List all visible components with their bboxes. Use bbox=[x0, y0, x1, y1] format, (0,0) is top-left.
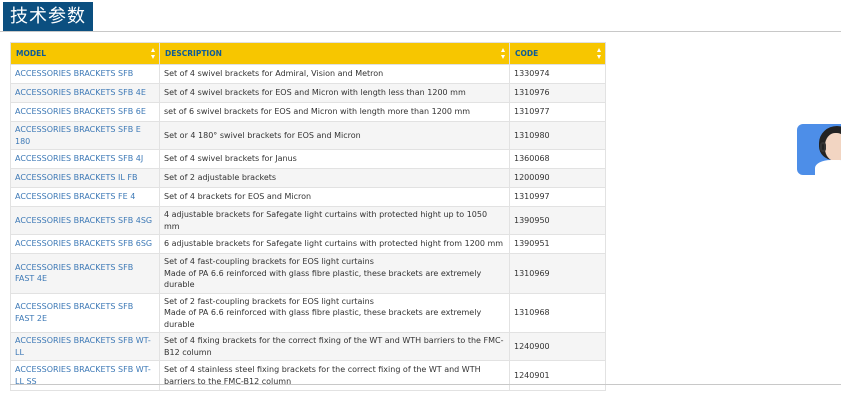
description-cell: Set of 4 swivel brackets for EOS and Mic… bbox=[159, 83, 510, 103]
description-cell: Set of 2 adjustable brackets bbox=[159, 168, 510, 188]
description-cell: Set or 4 180° swivel brackets for EOS an… bbox=[159, 121, 510, 150]
code-cell: 1310976 bbox=[509, 83, 606, 103]
description-cell: Set of 4 fixing brackets for the correct… bbox=[159, 332, 510, 361]
avatar-shirt bbox=[815, 160, 841, 175]
table-row: ACCESSORIES BRACKETS SFB FAST 4E Set of 4… bbox=[10, 253, 606, 294]
section-title: 技术参数 bbox=[3, 2, 93, 31]
table-row: ACCESSORIES BRACKETS SFB 6E set of 6 swiv… bbox=[10, 102, 606, 122]
table-row: ACCESSORIES BRACKETS SFB 4E Set of 4 swiv… bbox=[10, 83, 606, 103]
divider bbox=[10, 384, 841, 385]
sort-icon bbox=[597, 48, 602, 59]
code-cell: 1310980 bbox=[509, 121, 606, 150]
description-cell: Set of 4 brackets for EOS and Micron bbox=[159, 187, 510, 207]
description-cell: Set of 4 swivel brackets for Admiral, Vi… bbox=[159, 64, 510, 84]
model-link[interactable]: ACCESSORIES BRACKETS SFB WT-LL SS bbox=[10, 360, 160, 391]
description-line: set of 6 swivel brackets for EOS and Mic… bbox=[164, 107, 471, 117]
headset-icon bbox=[820, 142, 826, 152]
model-link[interactable]: ACCESSORIES BRACKETS SFB 4J bbox=[10, 149, 160, 169]
code-cell: 1310969 bbox=[509, 253, 606, 294]
spec-table: MODEL DESCRIPTION CODE ACCESSORIES BRACK… bbox=[10, 42, 606, 391]
model-link[interactable]: ACCESSORIES BRACKETS IL FB bbox=[10, 168, 160, 188]
description-line: Set or 4 180° swivel brackets for EOS an… bbox=[164, 130, 361, 140]
model-link[interactable]: ACCESSORIES BRACKETS FE 4 bbox=[10, 187, 160, 207]
description-cell: Set of 4 stainless steel fixing brackets… bbox=[159, 360, 510, 391]
description-line: Set of 4 swivel brackets for Janus bbox=[164, 154, 297, 164]
description-line: Set of 4 fixing brackets for the correct… bbox=[164, 336, 504, 357]
sort-icon bbox=[151, 48, 156, 59]
code-cell: 1240900 bbox=[509, 332, 606, 361]
description-line: Set of 2 fast-coupling brackets for EOS … bbox=[164, 296, 374, 306]
avatar-face bbox=[825, 133, 841, 161]
description-cell: Set of 4 fast-coupling brackets for EOS … bbox=[159, 253, 510, 294]
model-link[interactable]: ACCESSORIES BRACKETS SFB 4E bbox=[10, 83, 160, 103]
section-header: 技术参数 bbox=[0, 0, 841, 32]
description-line: Made of PA 6.6 reinforced with glass fib… bbox=[164, 268, 482, 290]
table-row: ACCESSORIES BRACKETS SFB 4SG 4 adjustable… bbox=[10, 206, 606, 235]
column-header-model[interactable]: MODEL bbox=[10, 42, 160, 65]
model-link[interactable]: ACCESSORIES BRACKETS SFB 6E bbox=[10, 102, 160, 122]
description-cell: set of 6 swivel brackets for EOS and Mic… bbox=[159, 102, 510, 122]
code-cell: 1310977 bbox=[509, 102, 606, 122]
description-line: Made of PA 6.6 reinforced with glass fib… bbox=[164, 308, 482, 329]
description-line: 6 adjustable brackets for Safegate light… bbox=[164, 239, 504, 249]
model-link[interactable]: ACCESSORIES BRACKETS SFB FAST 2E bbox=[10, 292, 160, 333]
description-line: Set of 2 adjustable brackets bbox=[164, 173, 277, 183]
table-row: ACCESSORIES BRACKETS SFB 6SG 6 adjustable… bbox=[10, 234, 606, 254]
table-row: ACCESSORIES BRACKETS SFB E 180 Set or 4 1… bbox=[10, 121, 606, 150]
model-link[interactable]: ACCESSORIES BRACKETS SFB 4SG bbox=[10, 206, 160, 235]
description-line: Set of 4 swivel brackets for Admiral, Vi… bbox=[164, 69, 384, 79]
description-line: Set of 4 fast-coupling brackets for EOS … bbox=[164, 257, 374, 266]
model-link[interactable]: ACCESSORIES BRACKETS SFB bbox=[10, 64, 160, 84]
model-link[interactable]: ACCESSORIES BRACKETS SFB WT-LL bbox=[10, 332, 160, 361]
code-cell: 1390951 bbox=[509, 234, 606, 254]
description-cell: Set of 4 swivel brackets for Janus bbox=[159, 149, 510, 169]
code-cell: 1240901 bbox=[509, 360, 606, 391]
table-row: ACCESSORIES BRACKETS IL FB Set of 2 adjus… bbox=[10, 168, 606, 188]
column-header-description[interactable]: DESCRIPTION bbox=[159, 42, 510, 65]
table-row: ACCESSORIES BRACKETS SFB Set of 4 swivel … bbox=[10, 64, 606, 84]
description-line: 4 adjustable brackets for Safegate light… bbox=[164, 210, 488, 231]
code-cell: 1390950 bbox=[509, 206, 606, 235]
column-header-code[interactable]: CODE bbox=[509, 42, 606, 65]
sort-icon bbox=[501, 48, 506, 59]
code-cell: 1200090 bbox=[509, 168, 606, 188]
code-cell: 1330974 bbox=[509, 64, 606, 84]
table-row: ACCESSORIES BRACKETS FE 4 Set of 4 bracke… bbox=[10, 187, 606, 207]
model-link[interactable]: ACCESSORIES BRACKETS SFB FAST 4E bbox=[10, 253, 160, 294]
description-line: Set of 4 swivel brackets for EOS and Mic… bbox=[164, 88, 466, 98]
description-cell: 6 adjustable brackets for Safegate light… bbox=[159, 234, 510, 254]
customer-service-avatar[interactable] bbox=[797, 124, 841, 175]
table-row: ACCESSORIES BRACKETS SFB WT-LL Set of 4 f… bbox=[10, 332, 606, 361]
description-cell: 4 adjustable brackets for Safegate light… bbox=[159, 206, 510, 235]
code-cell: 1310997 bbox=[509, 187, 606, 207]
table-row: ACCESSORIES BRACKETS SFB 4J Set of 4 swiv… bbox=[10, 149, 606, 169]
description-line: Set of 4 brackets for EOS and Micron bbox=[164, 192, 312, 202]
table-row: ACCESSORIES BRACKETS SFB FAST 2E Set of 2… bbox=[10, 292, 606, 333]
description-cell: Set of 2 fast-coupling brackets for EOS … bbox=[159, 292, 510, 333]
table-header-row: MODEL DESCRIPTION CODE bbox=[10, 42, 606, 65]
table-row: ACCESSORIES BRACKETS SFB WT-LL SS Set of … bbox=[10, 360, 606, 391]
model-link[interactable]: ACCESSORIES BRACKETS SFB 6SG bbox=[10, 234, 160, 254]
code-cell: 1360068 bbox=[509, 149, 606, 169]
model-link[interactable]: ACCESSORIES BRACKETS SFB E 180 bbox=[10, 121, 160, 150]
code-cell: 1310968 bbox=[509, 292, 606, 333]
